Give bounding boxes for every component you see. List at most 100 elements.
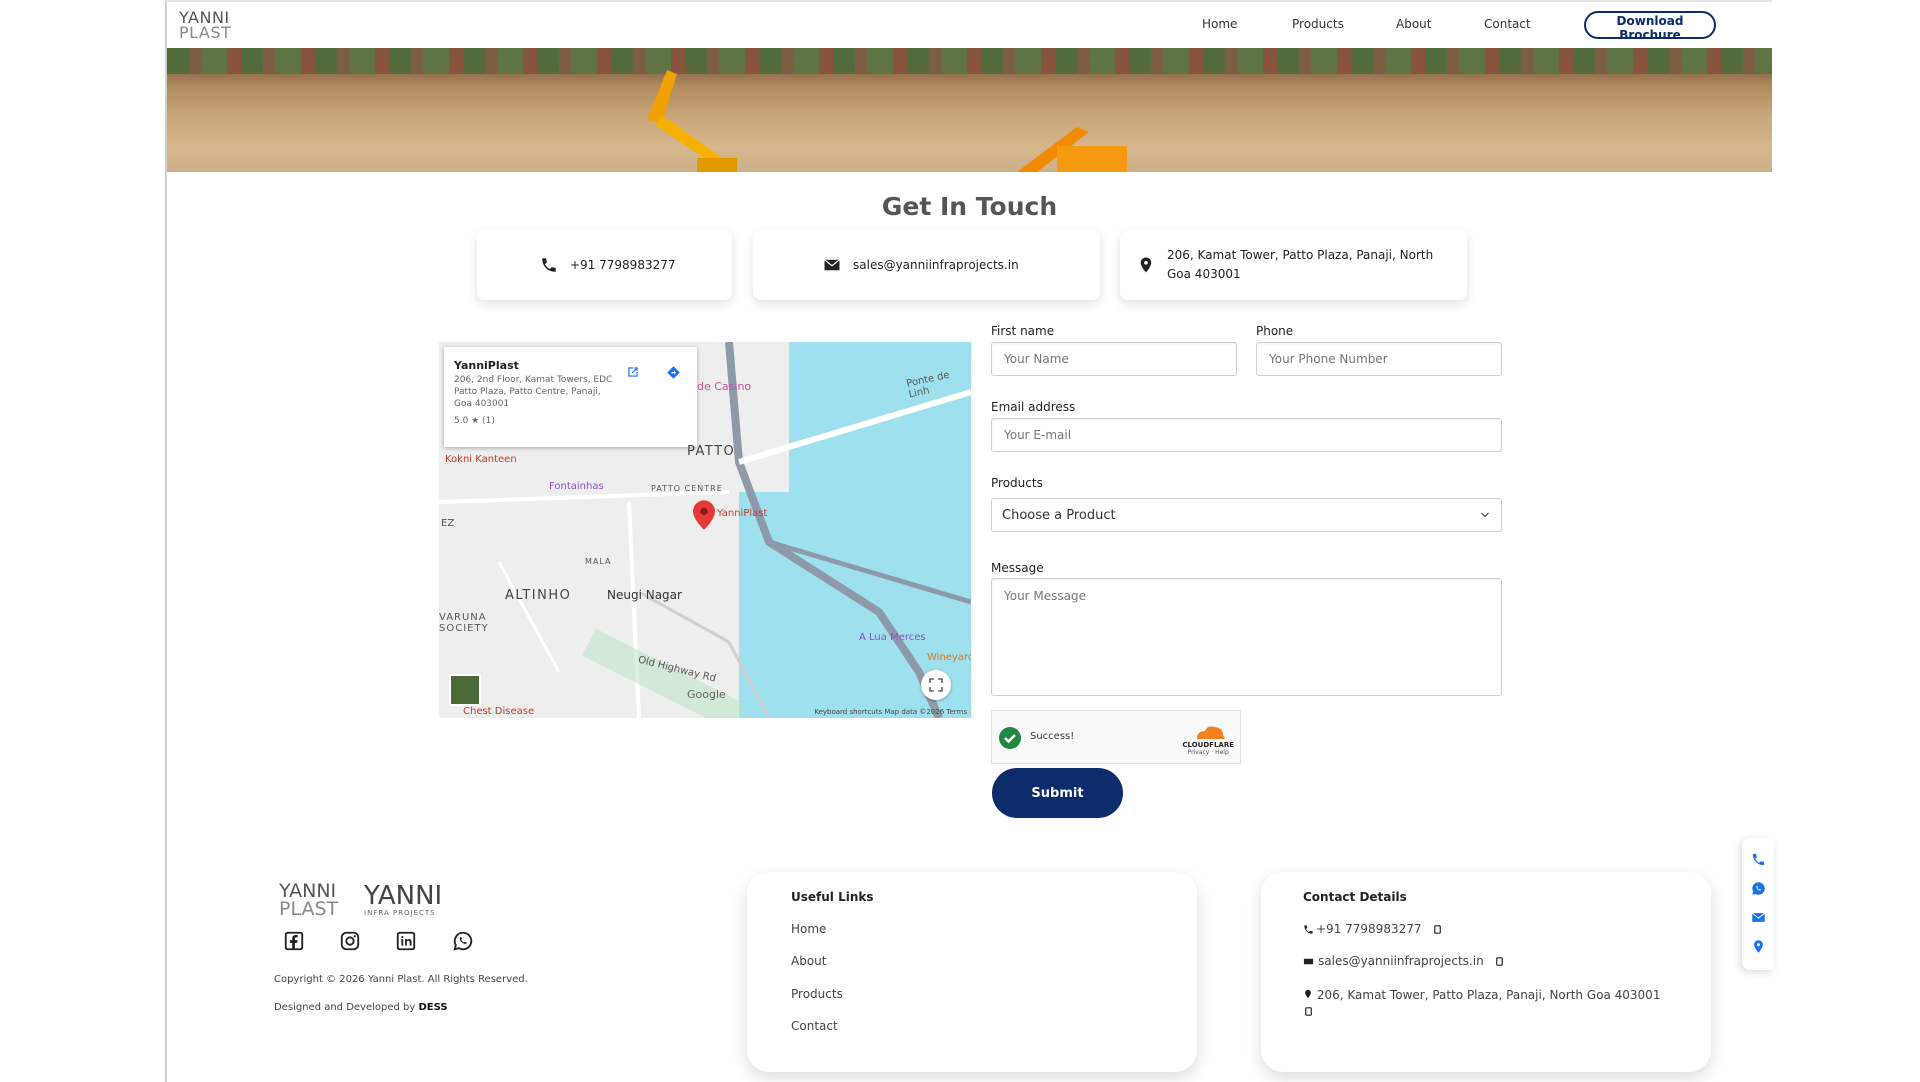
footer-phone-text: +91 7798983277 — [1316, 922, 1422, 936]
first-name-label: First name — [991, 324, 1055, 338]
captcha-status-text: Success! — [1030, 731, 1075, 742]
map-label-society: SOCIETY — [439, 623, 489, 634]
products-label: Products — [991, 476, 1043, 490]
phone-input[interactable] — [1256, 342, 1502, 376]
map-place-rating: 5.0 ★ (1) — [454, 416, 495, 426]
message-textarea[interactable] — [991, 578, 1502, 696]
footer-phone-icon — [1304, 924, 1313, 934]
phone-card[interactable]: +91 7798983277 — [477, 230, 732, 300]
footer-link-contact[interactable]: Contact — [791, 1019, 838, 1033]
designed-by-text: Designed and Developed by DESS — [274, 1002, 448, 1013]
floating-email-icon[interactable] — [1751, 910, 1766, 925]
products-selected-value: Choose a Product — [1002, 507, 1116, 523]
nav-products-link[interactable]: Products — [1292, 17, 1344, 31]
map-label-patto: PATTO — [687, 444, 736, 459]
copyright-text: Copyright © 2026 Yanni Plast. All Rights… — [274, 974, 528, 985]
footer-location-icon — [1305, 989, 1311, 999]
hero-background-trees — [167, 48, 1772, 74]
phone-icon — [542, 258, 556, 272]
floating-phone-icon[interactable] — [1751, 852, 1766, 867]
directions-icon[interactable] — [666, 365, 681, 380]
phone-label: Phone — [1256, 324, 1294, 338]
floating-whatsapp-icon[interactable] — [1751, 881, 1766, 896]
copy-icon[interactable] — [1432, 924, 1443, 935]
designed-by-prefix: Designed and Developed by — [274, 1002, 419, 1013]
map-footer-links[interactable]: Keyboard shortcuts Map data ©2026 Terms — [814, 708, 967, 716]
google-logo: Google — [687, 688, 726, 701]
map-label-kokni: Kokni Kanteen — [445, 454, 517, 465]
page: YANNI PLAST Home Products About Contact … — [165, 0, 1774, 1082]
footer-link-about[interactable]: About — [791, 954, 826, 968]
map-label-varuna: VARUNA — [439, 612, 487, 623]
footer-email-icon — [1303, 958, 1314, 964]
cloudflare-turnstile-widget[interactable]: Success! CLOUDFLARE Privacy · Help — [991, 710, 1241, 764]
footer-phone-row[interactable]: +91 7798983277 — [1303, 922, 1443, 936]
open-external-icon[interactable] — [626, 365, 640, 379]
yanni-plast-logo[interactable]: YANNI PLAST — [179, 10, 232, 42]
email-icon — [824, 259, 840, 271]
location-pin-icon — [1140, 257, 1152, 273]
footer-link-products[interactable]: Products — [791, 987, 843, 1001]
instagram-icon[interactable] — [339, 930, 361, 952]
footer-logo2-line1: YANNI — [364, 881, 443, 911]
first-name-input[interactable] — [991, 342, 1237, 376]
copy-icon[interactable] — [1303, 1006, 1314, 1017]
map-label-casino: de Casino — [697, 380, 752, 393]
footer-yanni-infra-logo[interactable]: YANNI INFRA PROJECTS — [364, 881, 443, 918]
footer-address-text: 206, Kamat Tower, Patto Plaza, Panaji, N… — [1316, 988, 1661, 1002]
email-card[interactable]: sales@yanniinfraprojects.in — [753, 230, 1100, 300]
nav-about-link[interactable]: About — [1396, 17, 1431, 31]
footer-address-row[interactable]: 206, Kamat Tower, Patto Plaza, Panaji, N… — [1303, 986, 1693, 1022]
map-label-yanniplast: YanniPlast — [717, 508, 768, 519]
submit-button[interactable]: Submit — [992, 768, 1123, 818]
map-label-neugi: Neugi Nagar — [607, 588, 682, 602]
nav-contact-link[interactable]: Contact — [1484, 17, 1531, 31]
contact-details-box: Contact Details +91 7798983277 sales@yan… — [1261, 872, 1711, 1072]
whatsapp-icon[interactable] — [452, 930, 474, 952]
useful-links-box: Useful Links Home About Products Contact — [747, 872, 1197, 1072]
floating-location-icon[interactable] — [1751, 939, 1766, 954]
google-map-embed[interactable]: YanniPlast 206, 2nd Floor, Kamat Towers,… — [439, 342, 971, 718]
facebook-icon[interactable] — [283, 930, 305, 952]
chevron-down-icon — [1481, 512, 1489, 518]
footer-link-home[interactable]: Home — [791, 922, 826, 936]
map-satellite-toggle[interactable] — [449, 674, 481, 706]
map-label-fontainhas: Fontainhas — [549, 481, 604, 492]
designed-by-link[interactable]: DESS — [419, 1002, 448, 1013]
map-label-altinho: ALTINHO — [505, 588, 572, 603]
map-label-ez: EZ — [441, 518, 455, 529]
cloudflare-cloud-icon — [1197, 726, 1226, 739]
captcha-links[interactable]: Privacy · Help — [1182, 749, 1234, 756]
map-label-mala: MALA — [585, 557, 612, 566]
map-label-chest-disease: Chest Disease — [463, 706, 535, 717]
cloudflare-brand-text: CLOUDFLARE — [1182, 741, 1234, 749]
map-place-name: YanniPlast — [454, 359, 519, 372]
map-place-address: 206, 2nd Floor, Kamat Towers, EDC Patto … — [454, 375, 613, 409]
footer-yanni-plast-logo[interactable]: YANNI PLAST — [279, 882, 338, 919]
message-label: Message — [991, 561, 1044, 575]
map-place-card: YanniPlast 206, 2nd Floor, Kamat Towers,… — [444, 347, 697, 447]
products-select[interactable]: Choose a Product — [991, 498, 1502, 532]
success-check-icon — [999, 727, 1021, 749]
email-input[interactable] — [991, 418, 1502, 452]
contact-details-title: Contact Details — [1303, 890, 1407, 904]
logo-line2: PLAST — [179, 23, 232, 42]
footer-logo2-line2: INFRA PROJECTS — [364, 909, 436, 917]
useful-links-title: Useful Links — [791, 890, 874, 904]
map-label-lua-merces: A Lua Merces — [859, 632, 926, 643]
copy-icon[interactable] — [1494, 956, 1505, 967]
excavator-body-graphic — [1017, 127, 1127, 172]
download-brochure-button[interactable]: Download Brochure — [1584, 11, 1716, 42]
email-label: Email address — [991, 400, 1076, 414]
email-card-text: sales@yanniinfraprojects.in — [853, 258, 1019, 272]
map-fullscreen-button[interactable] — [921, 670, 951, 700]
footer-email-row[interactable]: sales@yanniinfraprojects.in — [1303, 954, 1505, 968]
nav-home-link[interactable]: Home — [1202, 17, 1237, 31]
address-card[interactable]: 206, Kamat Tower, Patto Plaza, Panaji, N… — [1120, 230, 1467, 300]
footer-email-text: sales@yanniinfraprojects.in — [1318, 954, 1484, 968]
map-marker-icon[interactable] — [693, 500, 715, 530]
top-navbar: YANNI PLAST Home Products About Contact … — [167, 2, 1772, 48]
phone-card-text: +91 7798983277 — [570, 258, 676, 272]
map-label-patto-centre: PATTO CENTRE — [651, 484, 723, 493]
linkedin-icon[interactable] — [395, 930, 417, 952]
